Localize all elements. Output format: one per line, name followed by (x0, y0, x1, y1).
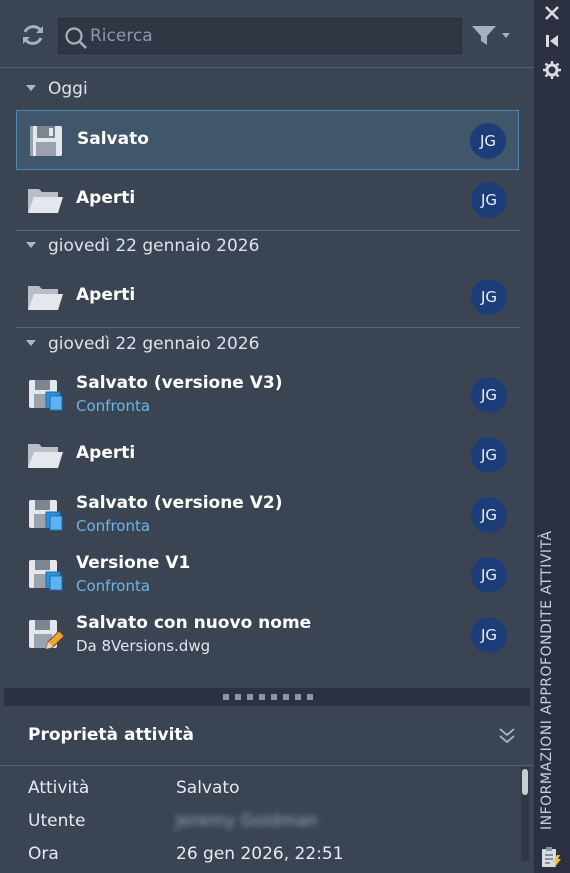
properties-scrollbar[interactable] (521, 767, 529, 861)
user-avatar: JG (471, 437, 507, 473)
list-item[interactable]: Aperti JG (16, 425, 519, 485)
activity-title: Salvato (77, 129, 149, 149)
panel-vertical-title: INFORMAZIONI APPROFONDITE ATTIVITÀ (539, 530, 555, 830)
activity-source: Da 8Versions.dwg (76, 637, 211, 655)
properties-table: Attività Salvato Utente Jeremy Goldman O… (0, 767, 534, 873)
list-item[interactable]: Aperti JG (16, 267, 519, 327)
settings-icon[interactable] (542, 60, 562, 80)
search-placeholder: Ricerca (90, 26, 153, 46)
activity-title: Salvato (versione V3) (76, 373, 283, 393)
user-avatar: JG (470, 123, 506, 159)
clipboard-lightning-icon[interactable] (540, 845, 562, 869)
search-input[interactable]: Ricerca (58, 18, 462, 54)
compare-link[interactable]: Confronta (76, 397, 150, 415)
list-item[interactable]: Salvato (versione V2) Confronta JG (16, 485, 519, 545)
user-avatar: JG (471, 497, 507, 533)
scrollbar-thumb[interactable] (522, 769, 528, 795)
activity-title: Salvato (versione V2) (76, 493, 283, 513)
property-value: Salvato (176, 778, 240, 798)
activity-panel: Ricerca Oggi Salvato JG Aperti JG gioved… (0, 0, 534, 873)
user-avatar: JG (471, 377, 507, 413)
user-avatar: JG (471, 279, 507, 315)
activity-title: Aperti (76, 285, 136, 305)
refresh-icon[interactable] (18, 20, 48, 50)
property-value: Jeremy Goldman (176, 811, 318, 831)
pin-icon[interactable] (542, 31, 562, 51)
properties-header[interactable]: Proprietà attività (0, 706, 534, 766)
compare-link[interactable]: Confronta (76, 577, 150, 595)
list-item[interactable]: Aperti JG (16, 170, 519, 230)
list-item[interactable]: Versione V1 Confronta JG (16, 545, 519, 605)
grip-dots-icon (223, 694, 313, 700)
filter-dropdown-icon[interactable] (470, 22, 516, 50)
activity-title: Salvato con nuovo nome (76, 613, 312, 633)
group-header[interactable]: giovedì 22 gennaio 2026 (26, 236, 259, 266)
close-icon[interactable] (542, 3, 562, 23)
open-folder-icon (28, 286, 63, 310)
list-item[interactable]: Salvato con nuovo nome Da 8Versions.dwg … (16, 605, 519, 665)
open-folder-icon (28, 444, 63, 468)
collapse-chevron-icon[interactable] (497, 726, 517, 746)
list-item[interactable]: Salvato (versione V3) Confronta JG (16, 365, 519, 425)
collapse-caret-icon[interactable] (26, 85, 36, 91)
user-avatar: JG (471, 557, 507, 593)
floppy-disk-versions-icon (29, 560, 63, 591)
activity-list: Oggi Salvato JG Aperti JG giovedì 22 gen (0, 68, 534, 688)
group-divider (16, 230, 520, 231)
user-avatar: JG (471, 182, 507, 218)
property-label: Attività (28, 778, 90, 798)
activity-title: Versione V1 (76, 553, 191, 573)
panel-splitter[interactable] (4, 688, 530, 706)
open-folder-icon (28, 189, 63, 213)
property-label: Ora (28, 844, 59, 864)
collapse-caret-icon[interactable] (26, 340, 36, 346)
collapse-caret-icon[interactable] (26, 242, 36, 248)
search-icon (65, 27, 87, 49)
property-label: Utente (28, 811, 86, 831)
group-header[interactable]: Oggi (26, 79, 88, 109)
activity-title: Aperti (76, 188, 136, 208)
activity-title: Aperti (76, 443, 136, 463)
floppy-disk-versions-icon (29, 380, 63, 411)
group-header[interactable]: giovedì 22 gennaio 2026 (26, 334, 259, 364)
floppy-disk-pencil-icon (29, 620, 64, 650)
floppy-disk-versions-icon (29, 500, 63, 531)
user-avatar: JG (471, 617, 507, 653)
compare-link[interactable]: Confronta (76, 517, 150, 535)
group-divider (16, 327, 520, 328)
floppy-disk-icon (30, 126, 62, 156)
properties-title: Proprietà attività (28, 725, 195, 745)
toolbar: Ricerca (0, 0, 534, 68)
list-item[interactable]: Salvato JG (16, 110, 519, 170)
property-value: 26 gen 2026, 22:51 (176, 844, 344, 864)
